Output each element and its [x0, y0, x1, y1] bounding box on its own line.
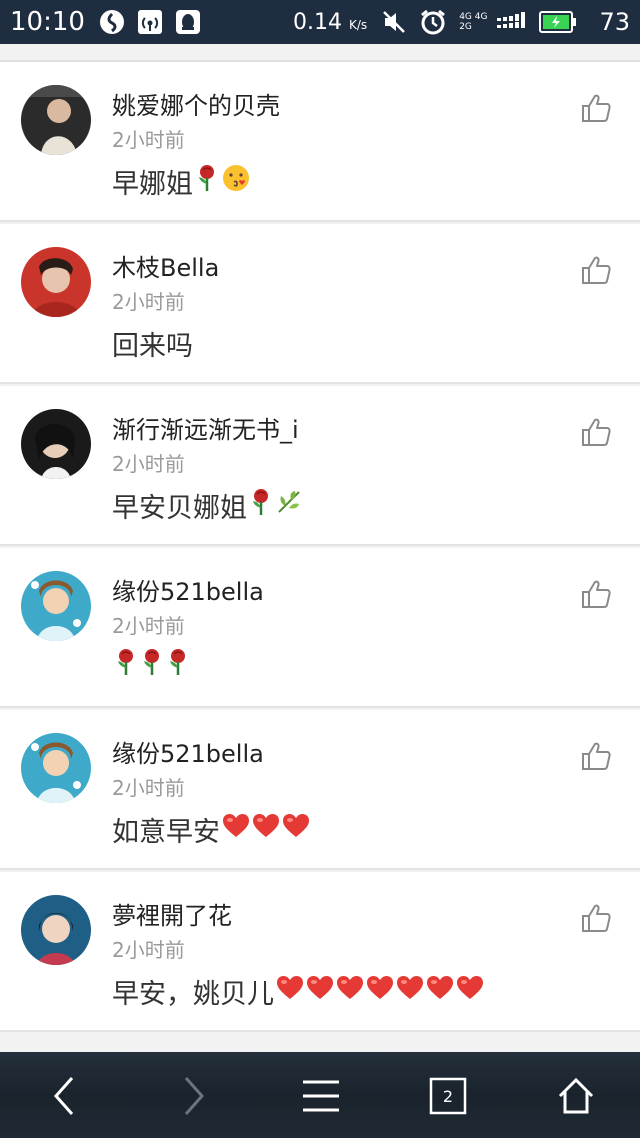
comment-time: 2小时前: [112, 938, 185, 962]
battery-level: 73: [599, 8, 630, 36]
avatar[interactable]: [21, 895, 91, 965]
comment-author[interactable]: 缘份521bella: [112, 734, 264, 769]
heart-icon: [276, 975, 304, 1008]
like-button[interactable]: [580, 902, 612, 934]
browser-nav-bar: 2: [0, 1052, 640, 1138]
comment-item[interactable]: 夢裡開了花 2小时前早安，姚贝儿: [0, 872, 640, 1032]
like-button[interactable]: [580, 578, 612, 610]
comment-item[interactable]: 木枝Bella 2小时前回来吗: [0, 224, 640, 384]
comment-time: 2小时前: [112, 128, 185, 152]
signal-icon: [497, 12, 527, 32]
thumbs-up-icon: [582, 256, 611, 284]
menu-button[interactable]: [293, 1070, 349, 1122]
comment-text: 早安，姚贝儿: [112, 972, 484, 1011]
qq-icon: [175, 9, 201, 35]
thumbs-up-icon: [582, 580, 611, 608]
leaf-icon: [275, 488, 303, 523]
tabs-icon: 2: [429, 1077, 467, 1115]
comment-author[interactable]: 渐行渐远渐无书_i: [112, 410, 299, 445]
chevron-left-icon: [53, 1077, 74, 1115]
comment-author[interactable]: 缘份521bella: [112, 572, 264, 607]
heart-icon: [426, 975, 454, 1008]
comment-text-content: 早娜姐: [112, 169, 193, 200]
battery-icon: [539, 11, 577, 33]
back-button[interactable]: [36, 1070, 92, 1122]
comment-item[interactable]: 渐行渐远渐无书_i 2小时前早安贝娜姐: [0, 386, 640, 546]
comment-item[interactable]: 缘份521bella 2小时前: [0, 548, 640, 708]
clock: 10:10: [10, 7, 85, 37]
heart-icon: [282, 813, 310, 846]
thumbs-up-icon: [582, 94, 611, 122]
comment-text: [112, 648, 190, 683]
like-button[interactable]: [580, 254, 612, 286]
heart-icon: [306, 975, 334, 1008]
rose-icon: [140, 648, 164, 683]
comment-author[interactable]: 姚爱娜个的贝壳: [112, 86, 280, 121]
alarm-icon: [419, 8, 447, 36]
thumbs-up-icon: [582, 418, 611, 446]
chevron-right-icon: [184, 1077, 205, 1115]
menu-icon: [303, 1080, 339, 1112]
avatar[interactable]: [21, 409, 91, 479]
comment-text: 如意早安: [112, 810, 310, 849]
home-icon: [558, 1077, 594, 1114]
tab-count: 2: [443, 1087, 453, 1106]
avatar[interactable]: [21, 247, 91, 317]
heart-icon: [456, 975, 484, 1008]
heart-icon: [252, 813, 280, 846]
avatar[interactable]: [21, 571, 91, 641]
avatar[interactable]: [21, 85, 91, 155]
heart-icon: [366, 975, 394, 1008]
heart-icon: [336, 975, 364, 1008]
comment-list: 姚爱娜个的贝壳 2小时前 早娜姐 木枝Bella 2小时前 回来吗 渐行渐远渐无书_i 2小时…: [0, 44, 640, 1052]
hotspot-icon: [137, 9, 163, 35]
comment-text-content: 早安，姚贝儿: [112, 979, 274, 1010]
comment-text-content: 早安贝娜姐: [112, 493, 247, 524]
heart-icon: [222, 813, 250, 846]
rose-icon: [195, 164, 219, 199]
kiss-face-icon: [221, 163, 251, 200]
tabs-button[interactable]: 2: [420, 1070, 476, 1122]
home-button[interactable]: [548, 1070, 604, 1122]
forward-button[interactable]: [166, 1070, 222, 1122]
comment-time: 2小时前: [112, 452, 185, 476]
heart-icon: [396, 975, 424, 1008]
comment-text: 早安贝娜姐: [112, 486, 303, 525]
status-bar: 10:10 0.14 K/s 4G 4G 2G 73: [0, 0, 640, 44]
thumbs-up-icon: [582, 742, 611, 770]
mute-icon: [381, 9, 407, 35]
comment-item[interactable]: 缘份521bella 2小时前如意早安: [0, 710, 640, 870]
comment-time: 2小时前: [112, 776, 185, 800]
comment-text: 回来吗: [112, 324, 193, 363]
like-button[interactable]: [580, 740, 612, 772]
comment-text: 早娜姐: [112, 162, 251, 201]
comment-text-content: 如意早安: [112, 817, 220, 848]
comment-item[interactable]: 姚爱娜个的贝壳 2小时前早娜姐: [0, 62, 640, 222]
thumbs-up-icon: [582, 904, 611, 932]
rose-icon: [166, 648, 190, 683]
rose-icon: [114, 648, 138, 683]
comment-author[interactable]: 木枝Bella: [112, 248, 219, 283]
network-speed: 0.14 K/s: [293, 9, 368, 35]
comment-text-content: 回来吗: [112, 331, 193, 362]
like-button[interactable]: [580, 92, 612, 124]
app-notification-icon: [99, 9, 125, 35]
avatar[interactable]: [21, 733, 91, 803]
rose-icon: [249, 488, 273, 523]
comment-time: 2小时前: [112, 290, 185, 314]
like-button[interactable]: [580, 416, 612, 448]
comment-time: 2小时前: [112, 614, 185, 638]
signal-type: 4G 4G 2G: [459, 12, 488, 32]
comment-author[interactable]: 夢裡開了花: [112, 896, 232, 931]
